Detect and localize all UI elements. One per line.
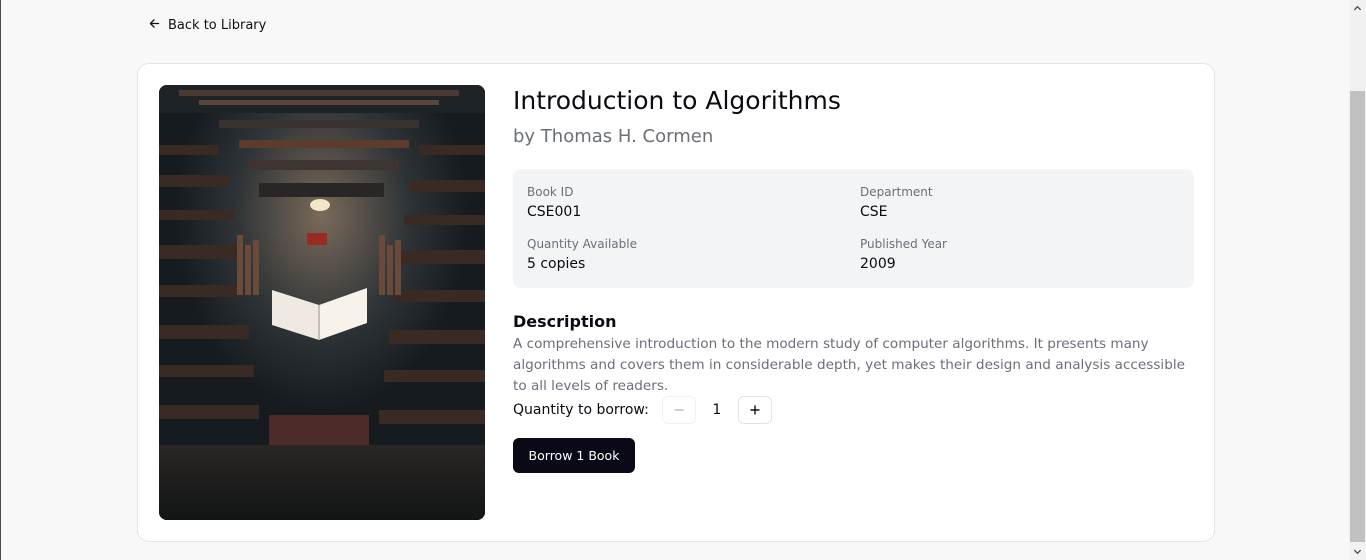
borrow-quantity-row: Quantity to borrow: 1 bbox=[513, 396, 772, 424]
published-year-value: 2009 bbox=[860, 256, 896, 272]
borrow-quantity-value: 1 bbox=[712, 402, 722, 418]
book-info-panel: Book ID CSE001 Department CSE Quantity A… bbox=[513, 169, 1194, 288]
minus-icon bbox=[673, 401, 685, 420]
plus-icon bbox=[749, 401, 761, 420]
published-year-field: Published Year 2009 bbox=[860, 237, 947, 272]
quantity-available-label: Quantity Available bbox=[527, 237, 637, 251]
department-label: Department bbox=[860, 185, 933, 199]
book-author: by Thomas H. Cormen bbox=[513, 126, 714, 147]
published-year-label: Published Year bbox=[860, 237, 947, 251]
increment-button[interactable] bbox=[737, 396, 772, 424]
quantity-available-value: 5 copies bbox=[527, 256, 586, 272]
decrement-button[interactable] bbox=[661, 396, 696, 424]
vertical-scrollbar[interactable] bbox=[1349, 0, 1366, 560]
quantity-available-field: Quantity Available 5 copies bbox=[527, 237, 637, 272]
borrow-button[interactable]: Borrow 1 Book bbox=[513, 438, 635, 473]
book-id-field: Book ID CSE001 bbox=[527, 185, 581, 220]
arrow-left-icon bbox=[148, 17, 161, 34]
book-id-value: CSE001 bbox=[527, 204, 582, 220]
scroll-down-icon[interactable] bbox=[1349, 543, 1366, 560]
department-value: CSE bbox=[860, 204, 888, 220]
scrollbar-thumb[interactable] bbox=[1350, 91, 1365, 542]
back-link-label: Back to Library bbox=[168, 18, 267, 33]
back-to-library-link[interactable]: Back to Library bbox=[148, 17, 266, 34]
description-heading: Description bbox=[513, 312, 617, 331]
book-detail-card: Introduction to Algorithms by Thomas H. … bbox=[137, 63, 1215, 542]
book-cover-image bbox=[159, 85, 485, 520]
description-text: A comprehensive introduction to the mode… bbox=[513, 336, 1185, 394]
scroll-up-icon[interactable] bbox=[1349, 0, 1366, 17]
borrow-quantity-label: Quantity to borrow: bbox=[513, 402, 649, 418]
book-id-label: Book ID bbox=[527, 185, 574, 199]
department-field: Department CSE bbox=[860, 185, 933, 220]
book-title: Introduction to Algorithms bbox=[513, 86, 841, 115]
